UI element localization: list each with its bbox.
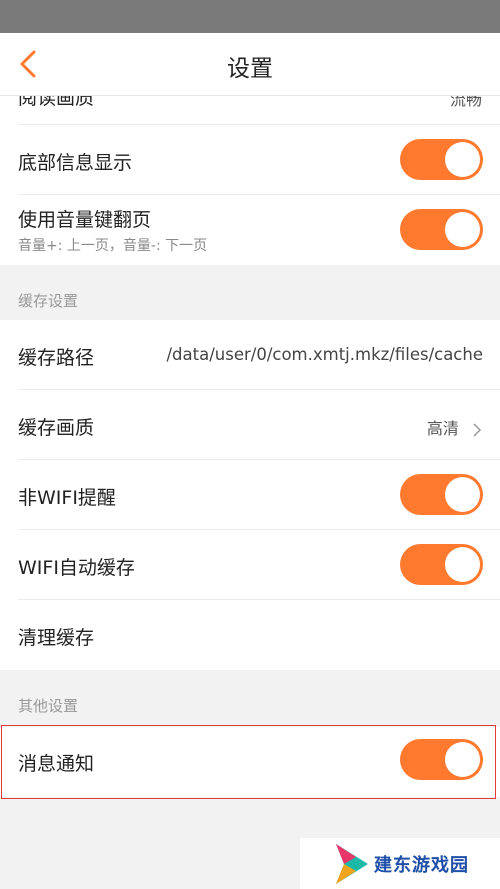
- cache-quality-row[interactable]: 缓存画质 高清: [0, 390, 500, 460]
- notification-row: 消息通知: [0, 727, 500, 797]
- non-wifi-row: 非WIFI提醒: [0, 460, 500, 530]
- bottom-info-row: 底部信息显示: [0, 125, 500, 195]
- clear-cache-label: 清理缓存: [18, 627, 95, 649]
- reading-quality-row[interactable]: 阅读画质 流畅: [0, 96, 500, 125]
- wifi-auto-cache-label: WIFI自动缓存: [18, 557, 135, 579]
- status-bar: [0, 0, 500, 33]
- cache-section-title: 缓存设置: [18, 292, 79, 310]
- wifi-auto-cache-row: WIFI自动缓存: [0, 530, 500, 600]
- notification-toggle[interactable]: [400, 739, 483, 780]
- bottom-info-toggle[interactable]: [400, 139, 483, 180]
- reading-quality-value: 流畅: [449, 96, 482, 109]
- cache-path-label: 缓存路径: [18, 347, 95, 369]
- volume-flip-hint: 音量+: 上一页，音量-: 下一页: [18, 238, 208, 254]
- toggle-knob: [445, 212, 480, 247]
- volume-flip-row: 使用音量键翻页 音量+: 上一页，音量-: 下一页: [0, 195, 500, 265]
- cache-path-value: /data/user/0/com.xmtj.mkz/files/cache: [166, 345, 483, 364]
- reading-quality-label: 阅读画质: [18, 96, 95, 109]
- header-bar: 设置: [0, 33, 500, 96]
- watermark-text: 建东游戏园: [374, 854, 469, 876]
- toggle-knob: [445, 742, 480, 777]
- chevron-right-icon: [473, 422, 482, 437]
- other-section-title: 其他设置: [18, 697, 79, 715]
- cache-path-row[interactable]: 缓存路径 /data/user/0/com.xmtj.mkz/files/cac…: [0, 320, 500, 390]
- clear-cache-row[interactable]: 清理缓存: [0, 600, 500, 670]
- cache-quality-value-wrap: 高清: [427, 415, 482, 439]
- toggle-knob: [445, 547, 480, 582]
- page-title: 设置: [227, 56, 273, 82]
- bottom-info-label: 底部信息显示: [18, 152, 133, 174]
- watermark: 建东游戏园: [300, 838, 500, 889]
- cache-section-header: 缓存设置: [0, 265, 500, 320]
- notification-label: 消息通知: [18, 753, 95, 775]
- play-logo-icon: [336, 843, 368, 884]
- toggle-knob: [445, 142, 480, 177]
- volume-flip-toggle[interactable]: [400, 209, 483, 250]
- cache-quality-label: 缓存画质: [18, 417, 95, 439]
- cache-quality-value: 高清: [426, 419, 459, 438]
- non-wifi-label: 非WIFI提醒: [18, 487, 116, 509]
- non-wifi-toggle[interactable]: [400, 474, 483, 515]
- volume-flip-label: 使用音量键翻页: [18, 209, 152, 231]
- wifi-auto-cache-toggle[interactable]: [400, 544, 483, 585]
- toggle-knob: [445, 477, 480, 512]
- other-section-header: 其他设置: [0, 670, 500, 727]
